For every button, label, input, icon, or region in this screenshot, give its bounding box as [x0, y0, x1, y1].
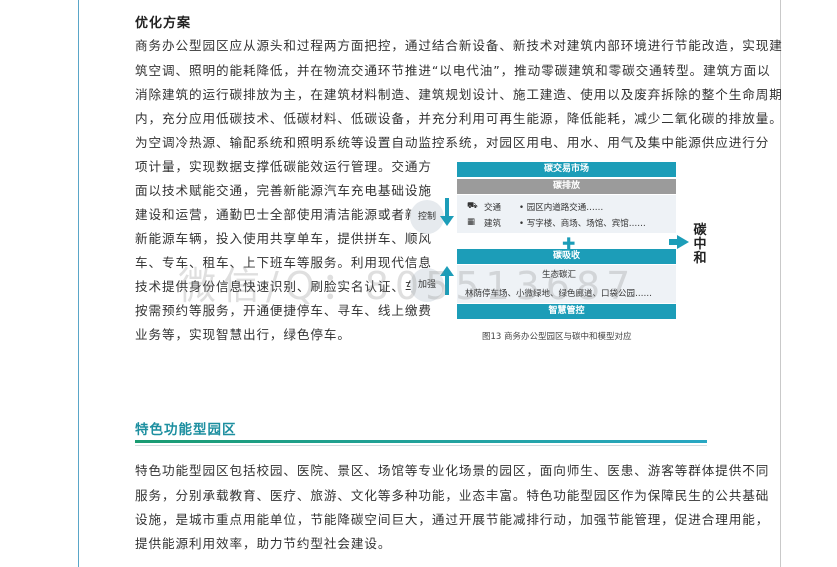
carbon-model-figure: 碳交易市场 碳排放 ⛟ 交通 • 园区内道路交通…… ▦ 建筑 • 写字楼、商场…	[410, 158, 720, 348]
column-line: 面以技术赋能交通，完善新能源汽车充电基础设施	[135, 183, 432, 198]
figure-caption: 图13 商务办公型园区与碳中和模型对应	[482, 332, 632, 342]
section-line: 提供能源利用效率，助力节约型社会建设。	[135, 536, 392, 551]
column-line: 项计量，实现数据支撑低碳能效运行管理。交通方	[135, 159, 432, 174]
building-icon: ▦	[467, 217, 476, 227]
column-line: 新能源车辆，投入使用共享单车，提供拼车、顺风	[135, 231, 432, 246]
paragraph-line: 为空调冷热源、输配系统和照明系统等设置自动监控系统，对园区用电、用水、用气及集中…	[135, 135, 770, 150]
column-line: 建设和运营，通勤巴士全部使用清洁能源或者新增	[135, 207, 432, 222]
traffic-icon: ⛟	[467, 201, 478, 211]
section-line: 特色功能型园区包括校园、医院、景区、场馆等专业化场景的园区，面向师生、医患、游客…	[135, 463, 770, 478]
control-circle: 控制	[410, 200, 444, 234]
emission-panel: ⛟ 交通 • 园区内道路交通…… ▦ 建筑 • 写字楼、商场、场馆、宾馆……	[457, 195, 676, 233]
section-line: 设施，是城市重点用能单位，节能降碳空间巨大，通过开展节能减排行动，加强节能管理，…	[135, 512, 770, 527]
paragraph-line: 筑空调、照明的能耗降低，并在物流交通环节推进“以电代油”，推动零碳建筑和零碳交通…	[135, 63, 771, 78]
watermark: 微信/Q：805513687	[178, 264, 637, 308]
section-line: 服务，分别承载教育、医疗、旅游、文化等多种功能，业态丰富。特色功能型园区作为保障…	[135, 488, 770, 503]
carbon-neutral-label: 碳中和	[693, 223, 707, 266]
subheading: 优化方案	[135, 16, 192, 31]
paragraph-line: 消除建筑的运行碳排放为主，在建筑材料制造、建筑规划设计、施工建造、使用以及废弃拆…	[135, 87, 783, 102]
section-title: 特色功能型园区	[135, 422, 237, 438]
traffic-label: 交通	[484, 203, 502, 213]
traffic-detail: • 园区内道路交通……	[519, 203, 604, 213]
arrow-right-icon	[677, 235, 689, 249]
column-line: 业务等，实现智慧出行，绿色停车。	[135, 327, 351, 342]
building-detail: • 写字楼、商场、场馆、宾馆……	[519, 219, 646, 229]
left-margin-rule	[78, 0, 79, 567]
band-carbon-emission: 碳排放	[457, 179, 676, 194]
building-label: 建筑	[484, 219, 502, 229]
arrow-down-icon	[440, 198, 454, 226]
section-rule	[135, 440, 707, 443]
band-carbon-market: 碳交易市场	[457, 162, 676, 177]
paragraph-line: 内，充分应用低碳技术、低碳材料、低碳设备，并充分利用可再生能源，降低能耗，减少二…	[135, 111, 783, 126]
section-rule-thin	[135, 445, 707, 446]
paragraph-line: 商务办公型园区应从源头和过程两方面把控，通过结合新设备、新技术对建筑内部环境进行…	[135, 38, 783, 53]
